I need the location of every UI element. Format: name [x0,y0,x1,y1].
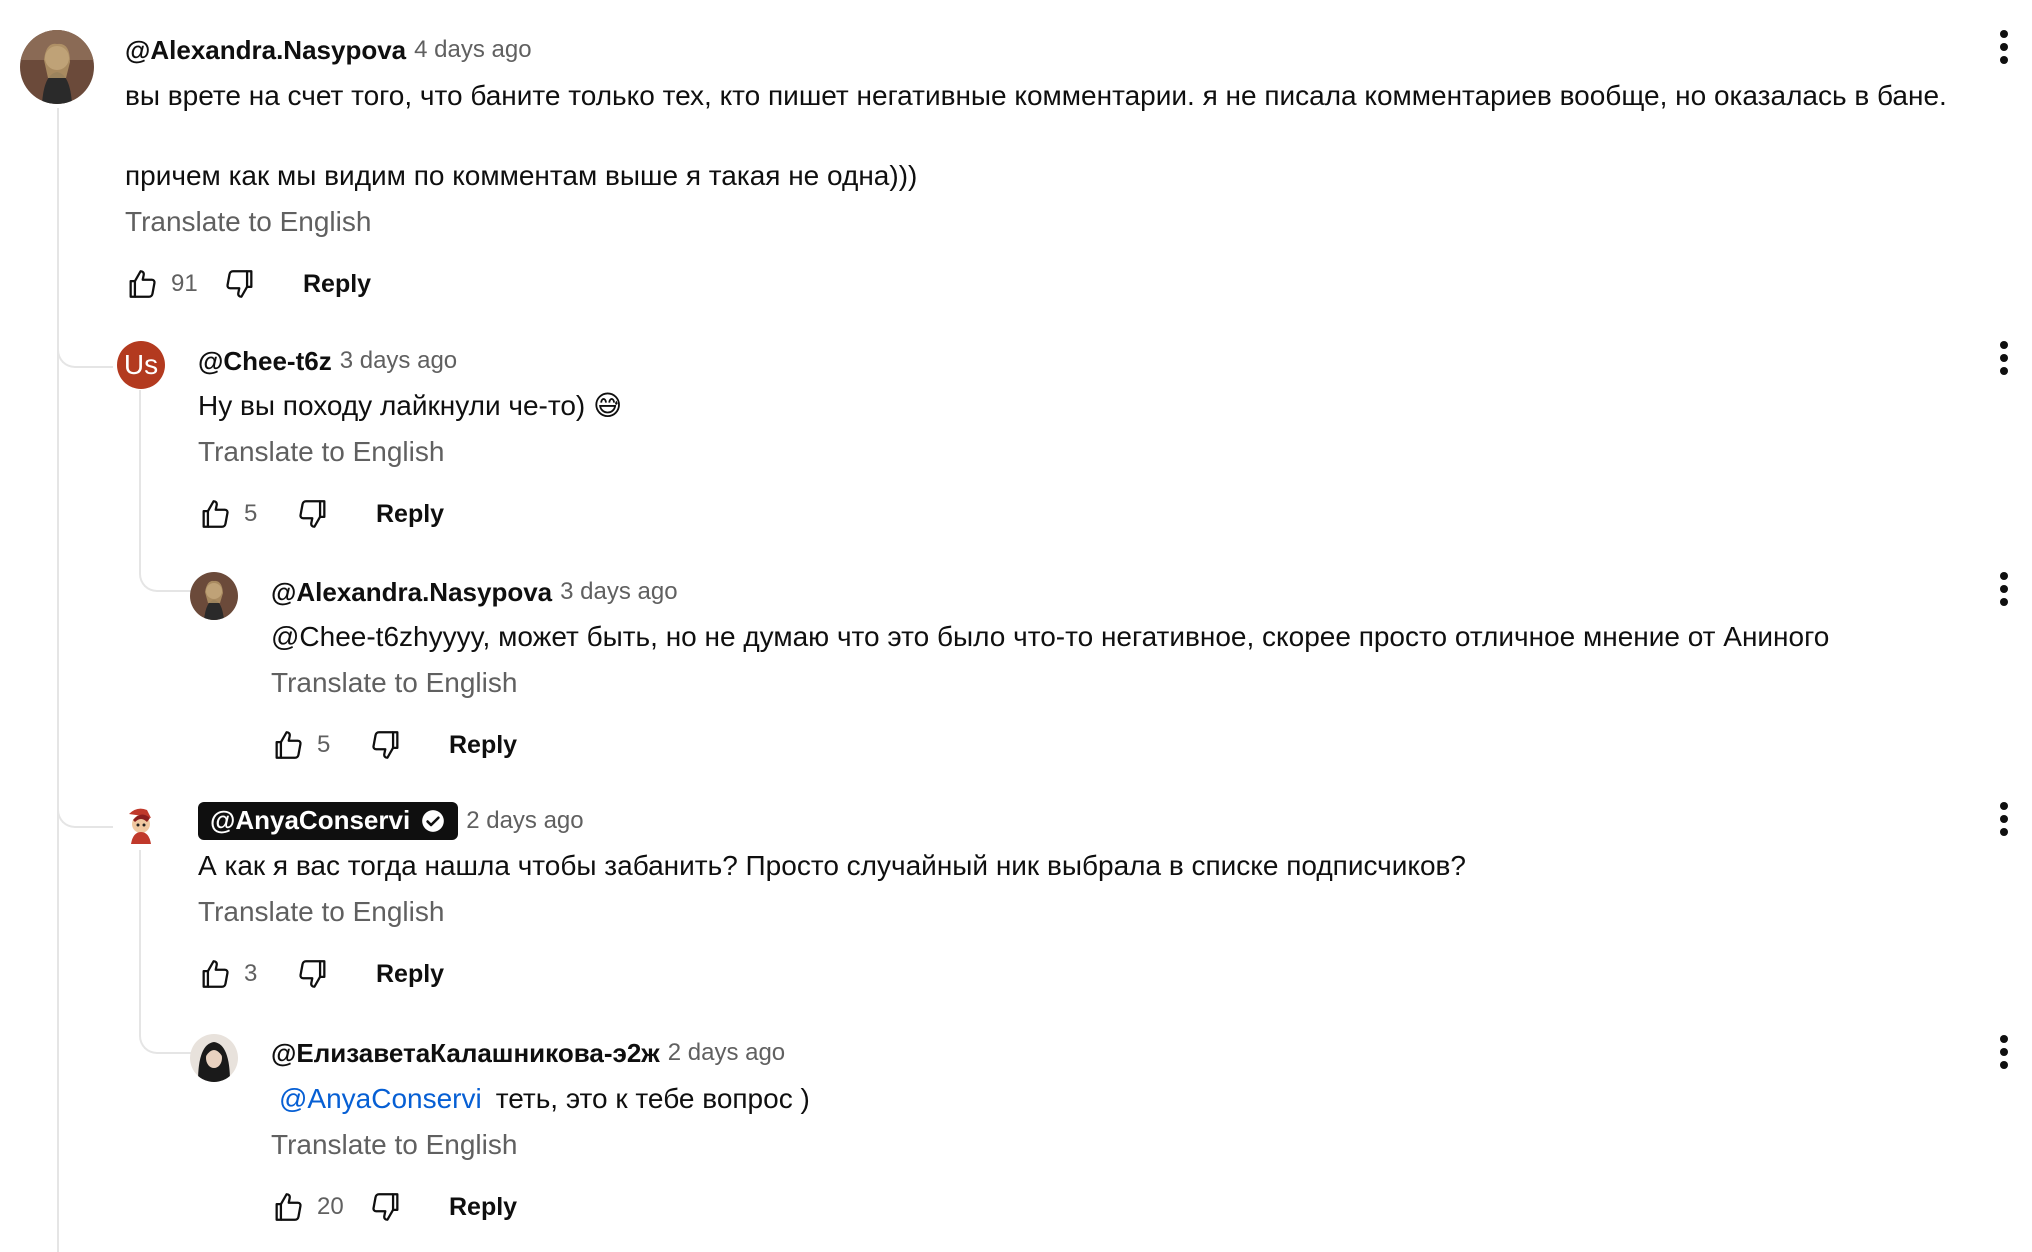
author-name-text: @AnyaConservi [210,805,411,835]
avatar-image [190,1034,238,1082]
avatar[interactable]: Us [117,341,165,389]
avatar[interactable] [190,1034,238,1082]
avatar[interactable] [190,572,238,620]
reply-button[interactable]: Reply [376,500,444,529]
timestamp[interactable]: 4 days ago [414,36,531,64]
timestamp[interactable]: 2 days ago [668,1039,785,1067]
translate-link[interactable]: Translate to English [198,896,444,928]
more-vert-icon[interactable] [1984,338,2024,378]
dislike-icon[interactable] [369,1190,403,1224]
like-icon[interactable] [198,957,232,991]
reply-button[interactable]: Reply [376,960,444,989]
like-count: 91 [171,270,198,297]
mention-link[interactable]: @AnyaConservi [279,1083,482,1114]
translate-link[interactable]: Translate to English [271,1129,517,1161]
like-count: 20 [317,1193,344,1220]
reply-button[interactable]: Reply [303,270,371,299]
like-icon[interactable] [271,1190,305,1224]
like-icon[interactable] [125,267,159,301]
dislike-icon[interactable] [223,267,257,301]
dislike-icon[interactable] [296,957,330,991]
author-name[interactable]: @Alexandra.Nasypova [271,577,552,608]
timestamp[interactable]: 3 days ago [560,578,677,606]
like-count: 5 [317,731,331,758]
verified-check-icon [422,809,445,832]
more-vert-icon[interactable] [1984,799,2024,839]
timestamp[interactable]: 3 days ago [340,347,457,375]
translate-link[interactable]: Translate to English [198,436,444,468]
comment-text: Ну вы походу лайкнули че-то) 😅 [198,390,623,421]
more-vert-icon[interactable] [1984,1032,2024,1072]
more-vert-icon[interactable] [1984,27,2024,67]
timestamp[interactable]: 2 days ago [466,807,583,835]
author-name[interactable]: @Alexandra.Nasypova [125,35,406,66]
avatar-image [190,572,238,620]
author-name[interactable]: @ЕлизаветаКалашникова-э2ж [271,1038,660,1069]
avatar-image [20,30,94,104]
thread-connector-4 [139,1018,191,1054]
like-icon[interactable] [198,497,232,531]
comment-text: А как я вас тогда нашла чтобы забанить? … [198,850,1466,881]
like-count: 5 [244,500,258,527]
avatar[interactable] [20,30,94,104]
translate-link[interactable]: Translate to English [271,667,517,699]
dislike-icon[interactable] [369,728,403,762]
comment-text-line-2: причем как мы видим по комментам выше я … [125,160,918,191]
like-icon[interactable] [271,728,305,762]
comment-text-body: теть, это к тебе вопрос ) [495,1083,810,1114]
thread-line-reply-1 [139,390,141,572]
comment-text-line-1: вы врете на счет того, что баните только… [125,80,1947,111]
thread-line-main [57,108,59,1252]
reply-button[interactable]: Reply [449,731,517,760]
avatar[interactable] [117,800,165,848]
author-name[interactable]: @AnyaConservi [198,802,459,840]
like-count: 3 [244,960,258,987]
dislike-icon[interactable] [296,497,330,531]
more-vert-icon[interactable] [1984,569,2024,609]
avatar-initials: Us [123,349,159,380]
thread-connector-1 [57,330,113,368]
translate-link[interactable]: Translate to English [125,206,371,238]
thread-line-reply-3 [139,850,141,1034]
thread-connector-3 [57,790,113,828]
comment-text: @AnyaConservi теть, это к тебе вопрос ) [271,1079,810,1119]
reply-button[interactable]: Reply [449,1193,517,1222]
comment-text: @Chee-t6zhyyyy, может быть, но не думаю … [271,621,1830,652]
author-name[interactable]: @Chee-t6z [198,346,332,377]
avatar-image [117,800,165,848]
thread-connector-2 [139,556,191,592]
